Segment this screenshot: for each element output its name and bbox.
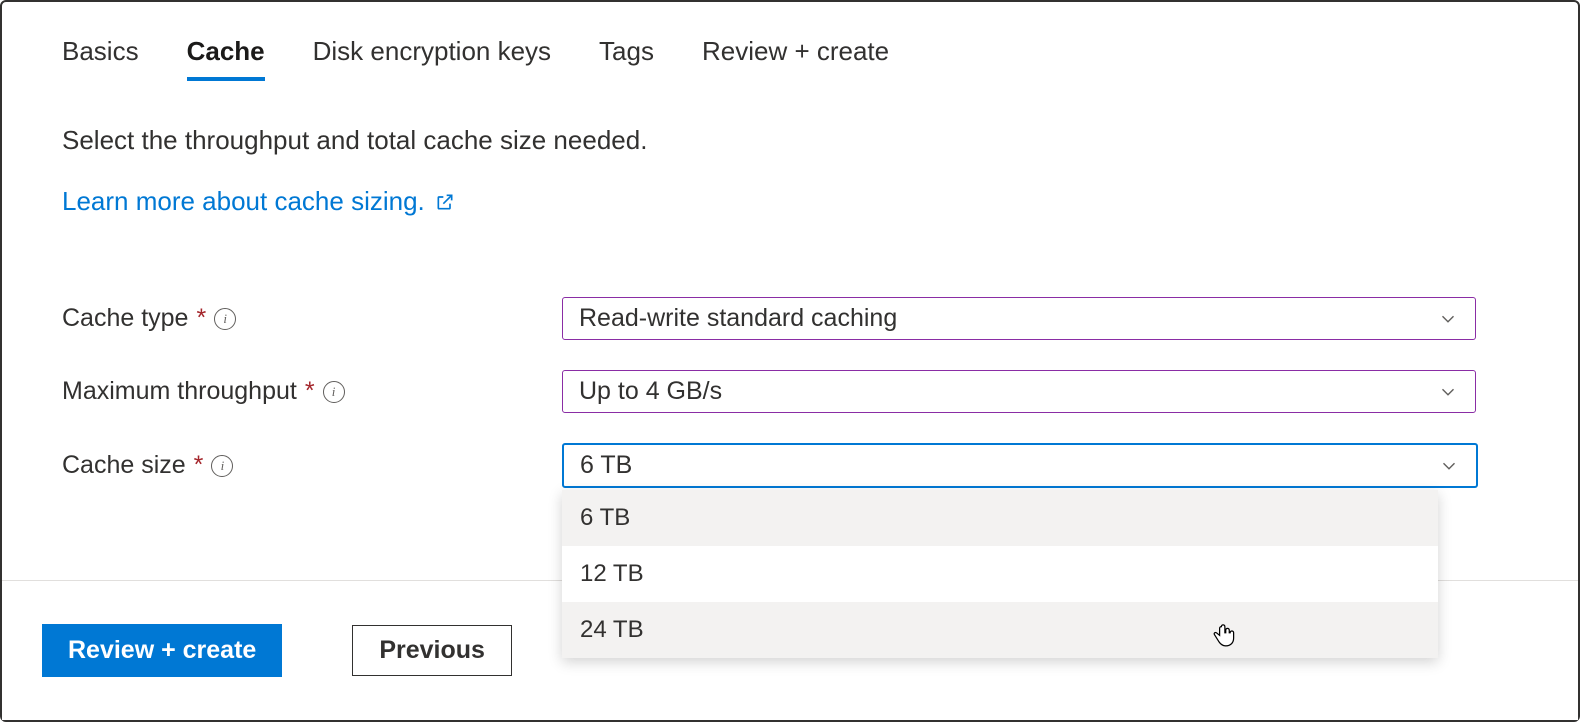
required-star: *	[196, 304, 206, 333]
label-cache-size-text: Cache size	[62, 451, 186, 480]
tab-cache[interactable]: Cache	[187, 32, 265, 81]
label-max-throughput: Maximum throughput * i	[62, 377, 562, 406]
select-cache-type-value: Read-write standard caching	[579, 304, 897, 333]
label-cache-size: Cache size * i	[62, 451, 562, 480]
tab-tags[interactable]: Tags	[599, 32, 654, 81]
required-star: *	[305, 377, 315, 406]
select-cache-size-value: 6 TB	[580, 451, 632, 480]
learn-more-link[interactable]: Learn more about cache sizing.	[62, 186, 455, 217]
info-icon[interactable]: i	[214, 308, 236, 330]
learn-more-text: Learn more about cache sizing.	[62, 186, 425, 217]
row-cache-type: Cache type * i Read-write standard cachi…	[62, 297, 1518, 340]
select-max-throughput[interactable]: Up to 4 GB/s	[562, 370, 1476, 413]
page-viewport: Basics Cache Disk encryption keys Tags R…	[0, 0, 1580, 722]
select-cache-size[interactable]: 6 TB	[562, 443, 1478, 488]
section-description: Select the throughput and total cache si…	[62, 125, 1518, 156]
external-link-icon	[435, 192, 455, 212]
select-cache-type[interactable]: Read-write standard caching	[562, 297, 1476, 340]
info-icon[interactable]: i	[323, 381, 345, 403]
cache-settings-form: Cache type * i Read-write standard cachi…	[62, 297, 1518, 488]
row-cache-size: Cache size * i 6 TB 6 TB 12 TB 24 TB	[62, 443, 1518, 488]
review-create-button[interactable]: Review + create	[42, 624, 282, 677]
select-max-throughput-value: Up to 4 GB/s	[579, 377, 722, 406]
cache-size-dropdown: 6 TB 12 TB 24 TB	[562, 490, 1438, 658]
row-max-throughput: Maximum throughput * i Up to 4 GB/s	[62, 370, 1518, 413]
tab-bar: Basics Cache Disk encryption keys Tags R…	[62, 32, 1518, 81]
info-icon[interactable]: i	[211, 455, 233, 477]
option-cache-size-12tb[interactable]: 12 TB	[562, 546, 1438, 602]
tab-review-create[interactable]: Review + create	[702, 32, 889, 81]
chevron-down-icon	[1437, 308, 1459, 330]
option-cache-size-24tb[interactable]: 24 TB	[562, 602, 1438, 658]
option-cache-size-6tb[interactable]: 6 TB	[562, 490, 1438, 546]
chevron-down-icon	[1438, 455, 1460, 477]
option-cache-size-24tb-text: 24 TB	[580, 616, 644, 643]
label-max-throughput-text: Maximum throughput	[62, 377, 297, 406]
chevron-down-icon	[1437, 381, 1459, 403]
previous-button[interactable]: Previous	[352, 625, 512, 676]
label-cache-type: Cache type * i	[62, 304, 562, 333]
cursor-hand-icon	[1210, 620, 1238, 648]
tab-basics[interactable]: Basics	[62, 32, 139, 81]
tab-disk-encryption-keys[interactable]: Disk encryption keys	[313, 32, 551, 81]
label-cache-type-text: Cache type	[62, 304, 188, 333]
required-star: *	[194, 451, 204, 480]
